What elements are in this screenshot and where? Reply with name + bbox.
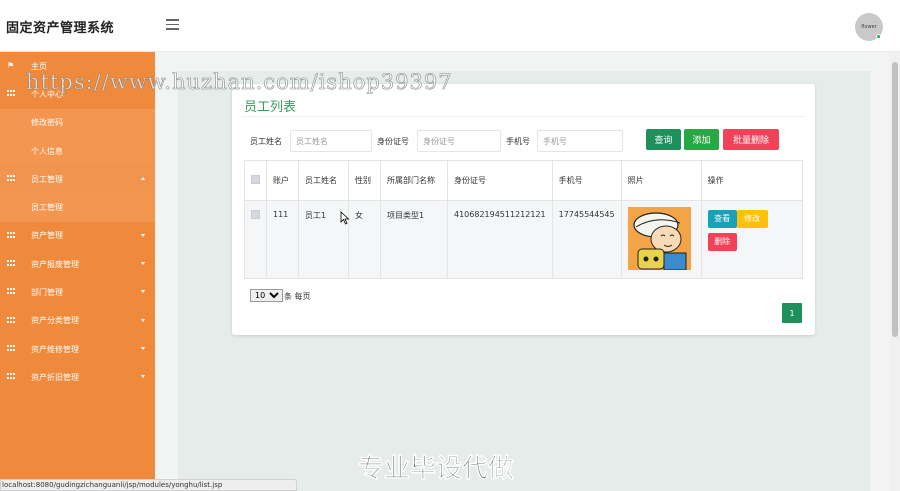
batch-delete-button[interactable]: 批量删除 (723, 129, 779, 150)
sidebar-item-label: 个人信息 (31, 146, 63, 156)
phone-search-label: 手机号 (506, 137, 530, 146)
browser-status-bar: localhost:8080/gudingzichanguanli/jsp/mo… (0, 479, 297, 491)
sidebar-item-label: 资产维修管理 (31, 344, 79, 354)
chevron-down-icon (141, 262, 145, 266)
cell-account: 111 (266, 200, 299, 279)
sidebar-item-label: 资产管理 (31, 231, 63, 241)
sidebar-item-label: 部门管理 (31, 288, 63, 298)
edit-button[interactable]: 修改 (736, 210, 768, 228)
sidebar-item-dept-mgmt[interactable]: 部门管理 (0, 278, 155, 306)
watermark-url: https://www.huzhan.com/ishop39397 (26, 70, 453, 95)
grid-icon (7, 373, 15, 380)
name-search-input[interactable] (290, 130, 372, 152)
view-button[interactable]: 查看 (707, 210, 737, 228)
delete-button[interactable]: 删除 (707, 233, 737, 251)
sidebar-item-asset-mgmt[interactable]: 资产管理 (0, 222, 155, 250)
page-title: 员工列表 (244, 100, 297, 115)
app-brand: 固定资产管理系统 (6, 21, 115, 36)
col-header-gender: 性别 (348, 160, 381, 201)
employee-table: 账户 员工姓名 性别 所属部门名称 身份证号 手机号 照片 操作 111 员工1… (244, 160, 804, 279)
online-status-dot (876, 34, 881, 39)
grid-icon (7, 175, 15, 182)
table-header-row: 账户 员工姓名 性别 所属部门名称 身份证号 手机号 照片 操作 (244, 160, 804, 201)
table-row: 111 员工1 女 项目类型1 410682194511212121 17745… (244, 200, 804, 279)
chevron-down-icon (141, 318, 145, 322)
chevron-down-icon (141, 233, 145, 237)
cell-phone: 17745544545 (551, 200, 622, 279)
sidebar-item-label: 资产分类管理 (31, 316, 79, 326)
sidebar-item-label: 修改密码 (31, 118, 63, 128)
per-page-label: 条 每页 (284, 292, 311, 301)
sidebar-item-asset-repair[interactable]: 资产维修管理 (0, 335, 155, 363)
chevron-up-icon (141, 177, 145, 181)
grid-icon (7, 316, 15, 324)
sidebar-item-personal-info[interactable]: 个人信息 (0, 136, 155, 166)
mouse-cursor-icon (340, 211, 350, 225)
cell-actions: 查看 修改 删除 (700, 200, 804, 279)
sidebar-item-asset-category[interactable]: 资产分类管理 (0, 307, 155, 335)
col-header-phone: 手机号 (551, 160, 622, 201)
col-header-id-no: 身份证号 (447, 160, 553, 201)
search-button[interactable]: 查询 (646, 129, 681, 150)
phone-search-input[interactable] (537, 130, 623, 152)
flag-icon: ⚑ (7, 61, 15, 70)
sidebar-item-employee-mgmt[interactable]: 员工管理 (0, 165, 155, 194)
id-search-input[interactable] (417, 130, 501, 152)
scrollbar-thumb[interactable] (892, 62, 898, 337)
col-header-actions: 操作 (700, 160, 804, 201)
sidebar-item-change-password[interactable]: 修改密码 (0, 108, 155, 137)
pagination-page-1[interactable]: 1 (782, 303, 802, 323)
select-all-cell[interactable] (244, 160, 267, 201)
sidebar-item-asset-depreciation[interactable]: 资产折旧管理 (0, 363, 155, 391)
row-select-cell[interactable] (244, 200, 267, 279)
title-divider (242, 116, 805, 117)
row-checkbox[interactable] (251, 210, 260, 219)
col-header-account: 账户 (266, 160, 299, 201)
grid-icon (7, 288, 15, 295)
sidebar-item-employee-mgmt-sub[interactable]: 员工管理 (0, 193, 155, 222)
sidebar: ⚑ 主页 个人中心 修改密码 个人信息 员工管理 员工管理 资产管理 资产报废管… (0, 52, 155, 491)
chevron-down-icon (141, 346, 145, 350)
cell-gender: 女 (348, 200, 381, 279)
name-search-label: 员工姓名 (250, 137, 282, 146)
sidebar-item-label: 员工管理 (31, 203, 63, 213)
grid-icon (7, 344, 15, 352)
cell-photo (620, 200, 702, 279)
select-all-checkbox[interactable] (251, 175, 260, 184)
cell-dept: 项目类型1 (380, 200, 448, 279)
col-header-photo: 照片 (620, 160, 702, 201)
add-button[interactable]: 添加 (684, 129, 719, 150)
chevron-down-icon (141, 290, 145, 294)
sidebar-item-label: 资产报废管理 (31, 259, 79, 269)
id-search-label: 身份证号 (377, 137, 409, 146)
grid-icon (7, 260, 15, 267)
per-page-select[interactable]: 10 (250, 289, 283, 302)
menu-toggle-icon[interactable] (166, 19, 179, 30)
sidebar-item-label: 资产折旧管理 (31, 372, 79, 382)
grid-icon (7, 90, 15, 97)
top-header: 固定资产管理系统 flower (0, 0, 900, 52)
employee-photo (627, 207, 691, 270)
grid-icon (7, 231, 15, 239)
col-header-name: 员工姓名 (298, 160, 349, 201)
chevron-down-icon (141, 375, 145, 379)
sidebar-item-label: 员工管理 (31, 174, 63, 184)
employee-list-card: 员工列表 员工姓名 身份证号 手机号 查询 添加 批量删除 账户 员工姓名 性别… (232, 84, 815, 335)
cell-id-no: 410682194511212121 (447, 200, 553, 279)
sidebar-item-asset-scrap[interactable]: 资产报废管理 (0, 250, 155, 278)
watermark-caption: 专业毕设代做 (358, 454, 515, 485)
col-header-dept: 所属部门名称 (380, 160, 448, 201)
